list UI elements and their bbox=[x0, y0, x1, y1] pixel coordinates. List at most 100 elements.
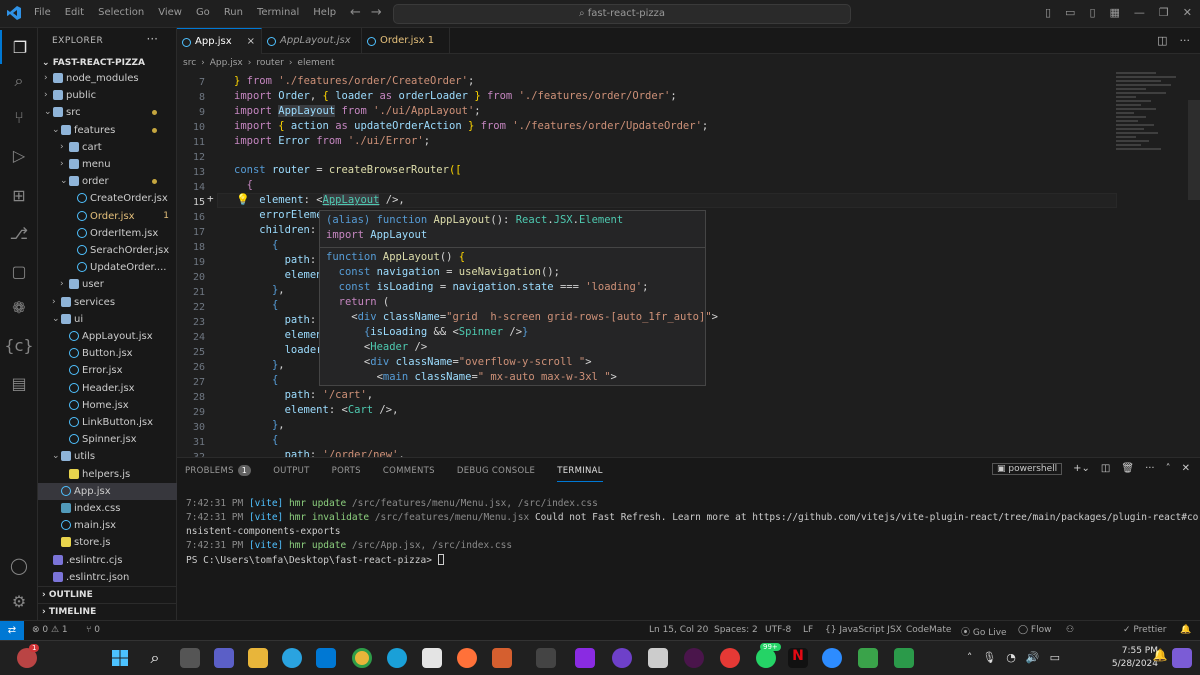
teams-icon[interactable] bbox=[214, 648, 234, 668]
menu-item-file[interactable]: File bbox=[34, 7, 51, 18]
git-graph-icon[interactable]: ⎇ bbox=[0, 216, 38, 250]
menu-item-terminal[interactable]: Terminal bbox=[257, 7, 299, 18]
account-icon[interactable]: ◯ bbox=[0, 548, 38, 582]
run-debug-icon[interactable]: ▷ bbox=[0, 138, 38, 172]
source-control-icon[interactable]: ⑂ bbox=[0, 100, 38, 134]
prettier-status[interactable]: ✓ Prettier bbox=[1123, 625, 1167, 635]
account-icon[interactable]: ⚇ bbox=[1066, 625, 1074, 635]
copilot-icon[interactable] bbox=[1172, 648, 1192, 668]
forward-arrow-icon[interactable]: → bbox=[371, 5, 382, 20]
volume-icon[interactable]: 🔊 bbox=[1026, 651, 1040, 664]
folder-order[interactable]: ⌄ order bbox=[38, 173, 177, 190]
breadcrumb-item[interactable]: router bbox=[256, 58, 283, 68]
breadcrumb-item[interactable]: src bbox=[183, 58, 196, 68]
folder-node_modules[interactable]: › node_modules bbox=[38, 70, 177, 87]
file-item[interactable]: .eslintrc.cjs bbox=[38, 552, 177, 569]
chrome-icon[interactable] bbox=[352, 648, 372, 668]
app-icon[interactable] bbox=[858, 648, 878, 668]
tab-order-jsx[interactable]: Order.jsx 1 bbox=[362, 28, 450, 54]
file-item[interactable]: Header.jsx bbox=[38, 380, 177, 397]
chat-icon[interactable]: ▤ bbox=[0, 366, 38, 400]
file-item[interactable]: OrderItem.jsx bbox=[38, 225, 177, 242]
zoom-icon[interactable] bbox=[822, 648, 842, 668]
file-item[interactable]: App.jsx bbox=[38, 482, 177, 500]
ports-indicator[interactable]: ⑂ 0 bbox=[86, 625, 100, 635]
braces-icon[interactable]: {c} bbox=[0, 328, 38, 362]
notepad-icon[interactable] bbox=[648, 648, 668, 668]
microphone-icon[interactable]: 🎙 bbox=[982, 651, 996, 664]
file-item[interactable]: helpers.js bbox=[38, 466, 177, 483]
git-app-icon[interactable] bbox=[492, 648, 512, 668]
command-center-search[interactable]: ⌕ fast-react-pizza bbox=[393, 4, 851, 24]
file-item[interactable]: index.css bbox=[38, 500, 177, 517]
task-view-icon[interactable] bbox=[180, 648, 200, 668]
netflix-icon[interactable]: N bbox=[788, 648, 808, 668]
folder-services[interactable]: › services bbox=[38, 294, 177, 311]
chevron-up-icon[interactable]: ˄ bbox=[967, 651, 973, 664]
telegram-icon[interactable] bbox=[282, 648, 302, 668]
menu-item-selection[interactable]: Selection bbox=[98, 7, 144, 18]
menu-item-run[interactable]: Run bbox=[224, 7, 243, 18]
file-item[interactable]: .eslintrc.json bbox=[38, 569, 177, 586]
file-explorer-icon[interactable] bbox=[248, 648, 268, 668]
folder-src[interactable]: ⌄ src bbox=[38, 104, 177, 121]
notifications-icon[interactable]: 🔔 bbox=[1150, 648, 1170, 668]
github-icon[interactable] bbox=[612, 648, 632, 668]
explorer-icon[interactable]: ❐ bbox=[0, 30, 38, 64]
go-live-button[interactable]: ⦿ Go Live bbox=[961, 625, 1007, 638]
tab-output[interactable]: OUTPUT bbox=[273, 464, 309, 482]
encoding[interactable]: UTF-8 bbox=[765, 625, 791, 635]
settings-gear-icon[interactable]: ⚙ bbox=[0, 584, 38, 618]
tab-debug-console[interactable]: DEBUG CONSOLE bbox=[457, 464, 535, 482]
file-item[interactable]: Error.jsx bbox=[38, 362, 177, 379]
split-terminal-icon[interactable]: ◫ bbox=[1101, 463, 1110, 475]
timeline-section[interactable]: › TIMELINE bbox=[38, 603, 177, 620]
close-panel-icon[interactable]: ✕ bbox=[1182, 463, 1190, 475]
project-root[interactable]: ⌄ FAST-REACT-PIZZA bbox=[42, 58, 145, 68]
breadcrumb-item[interactable]: App.jsx bbox=[210, 58, 243, 68]
file-item[interactable]: Spinner.jsx bbox=[38, 431, 177, 448]
folder-utils[interactable]: ⌄ utils bbox=[38, 448, 177, 465]
tab-app-jsx[interactable]: App.jsx × bbox=[177, 28, 262, 54]
notifications-bell-icon[interactable]: 🔔 bbox=[1180, 625, 1191, 635]
tab-terminal[interactable]: TERMINAL bbox=[557, 464, 603, 482]
file-item[interactable]: LinkButton.jsx bbox=[38, 414, 177, 431]
layout-secondary-icon[interactable]: ▯ bbox=[1089, 6, 1095, 19]
add-icon[interactable]: + bbox=[207, 192, 214, 205]
remote-indicator-icon[interactable]: ⇄ bbox=[0, 621, 24, 641]
file-item[interactable]: main.jsx bbox=[38, 517, 177, 534]
paw-icon[interactable]: ❁ bbox=[0, 290, 38, 324]
codemate-status[interactable]: CodeMate bbox=[906, 625, 951, 635]
close-window-button[interactable]: ✕ bbox=[1183, 6, 1192, 19]
tab-comments[interactable]: COMMENTS bbox=[383, 464, 435, 482]
minimap[interactable] bbox=[1116, 72, 1186, 212]
kill-terminal-icon[interactable]: 🗑 bbox=[1121, 463, 1134, 475]
wifi-icon[interactable]: ◔ bbox=[1006, 651, 1016, 664]
firefox-icon[interactable] bbox=[457, 648, 477, 668]
store-icon[interactable] bbox=[422, 648, 442, 668]
more-actions-icon[interactable]: ··· bbox=[147, 32, 158, 46]
breadcrumb-item[interactable]: element bbox=[297, 58, 334, 68]
file-item[interactable]: store.js bbox=[38, 534, 177, 551]
windows-start-icon[interactable] bbox=[110, 648, 130, 668]
file-item[interactable]: Home.jsx bbox=[38, 397, 177, 414]
search-icon[interactable]: ⌕ bbox=[0, 64, 38, 98]
file-item[interactable]: CreateOrder.jsx bbox=[38, 190, 177, 207]
maximize-panel-icon[interactable]: ˄ bbox=[1166, 463, 1171, 475]
outline-section[interactable]: › OUTLINE bbox=[38, 586, 177, 603]
split-editor-icon[interactable]: ◫ bbox=[1157, 34, 1167, 47]
indentation[interactable]: Spaces: 2 bbox=[714, 625, 758, 635]
menu-item-go[interactable]: Go bbox=[196, 7, 210, 18]
back-arrow-icon[interactable]: ← bbox=[350, 5, 361, 20]
menu-item-edit[interactable]: Edit bbox=[65, 7, 84, 18]
folder-public[interactable]: › public bbox=[38, 87, 177, 104]
slack-icon[interactable] bbox=[684, 648, 704, 668]
file-item[interactable]: Order.jsx 1 bbox=[38, 208, 177, 225]
app-icon[interactable] bbox=[536, 648, 556, 668]
cursor-position[interactable]: Ln 15, Col 20 bbox=[649, 625, 708, 635]
language-mode[interactable]: {} JavaScript JSX bbox=[825, 625, 902, 635]
tab-problems[interactable]: PROBLEMS 1 bbox=[185, 464, 252, 482]
folder-user[interactable]: › user bbox=[38, 276, 177, 293]
new-terminal-icon[interactable]: +⌄ bbox=[1073, 463, 1090, 475]
menu-item-help[interactable]: Help bbox=[313, 7, 336, 18]
